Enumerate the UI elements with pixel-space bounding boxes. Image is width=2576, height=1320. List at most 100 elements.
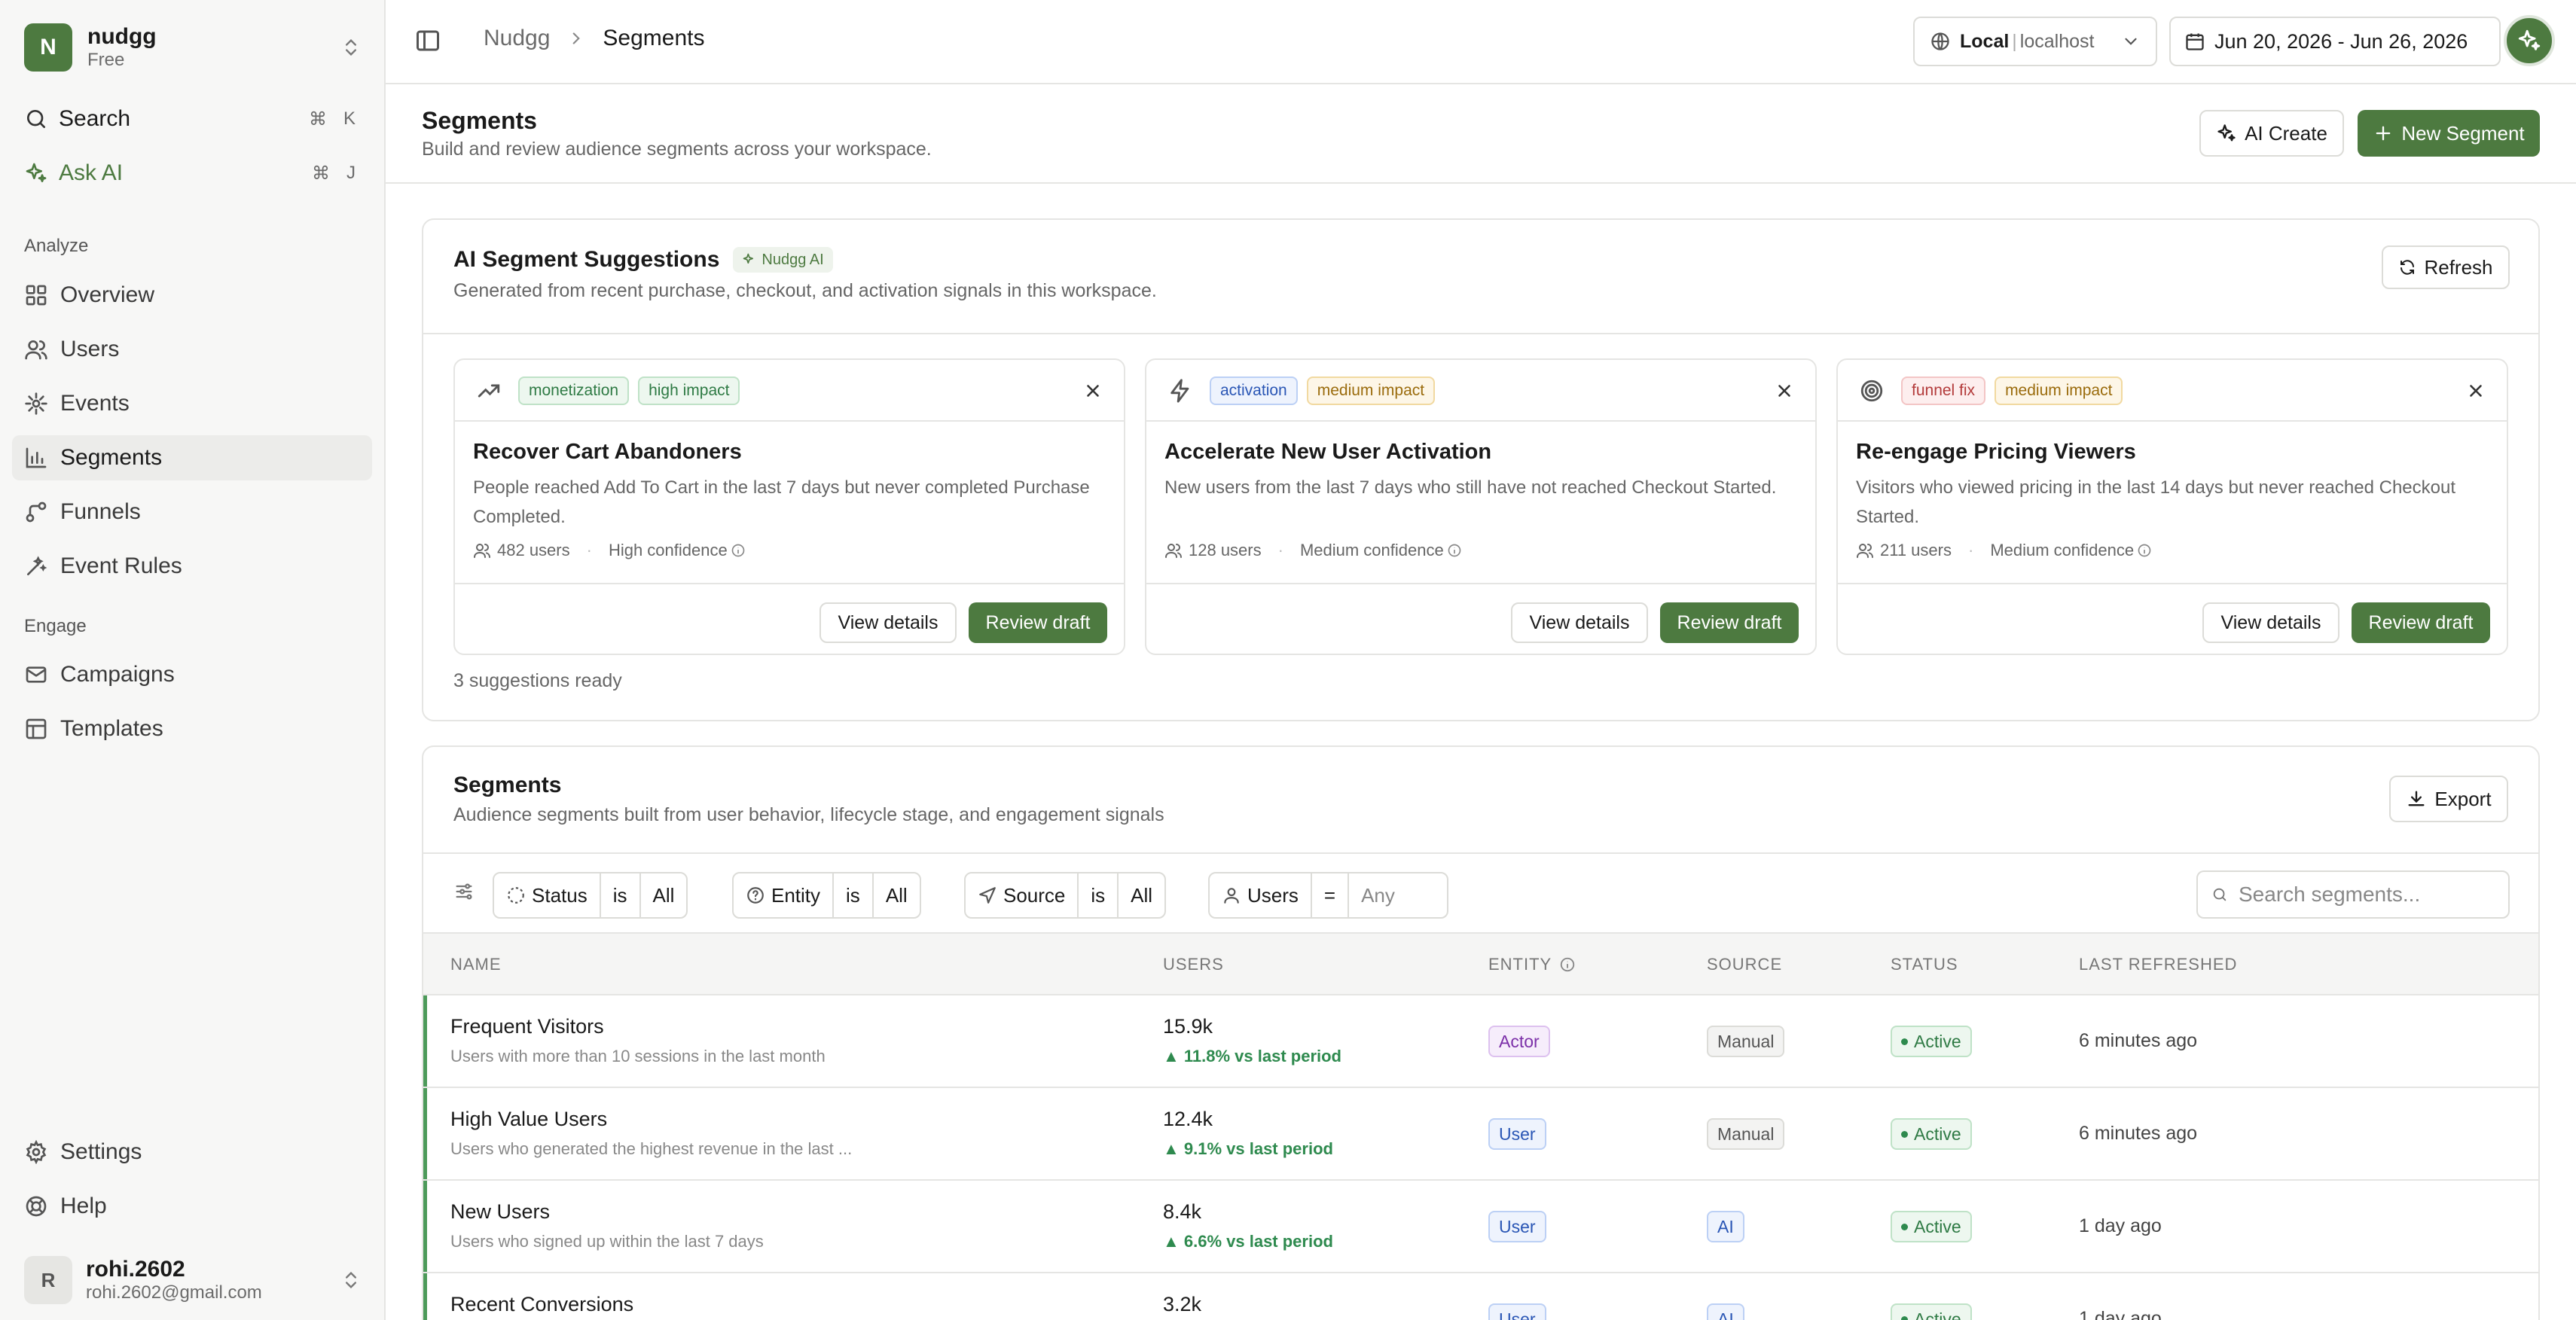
column-name[interactable]: NAME bbox=[450, 955, 502, 974]
date-range-picker[interactable]: Jun 20, 2026 - Jun 26, 2026 bbox=[2169, 17, 2501, 66]
info-icon[interactable] bbox=[1447, 543, 1462, 558]
table-row[interactable]: Frequent Visitors Users with more than 1… bbox=[423, 995, 2538, 1088]
ai-assistant-button[interactable] bbox=[2504, 15, 2555, 66]
filter-operator[interactable]: is bbox=[834, 873, 874, 917]
account-name: rohi.2602 bbox=[86, 1257, 185, 1282]
column-status[interactable]: STATUS bbox=[1891, 955, 1958, 974]
sidebar-item-event-rules[interactable]: Event Rules bbox=[12, 544, 372, 589]
sidebar-item-funnels[interactable]: Funnels bbox=[12, 489, 372, 535]
nudgg-ai-tag: Nudgg AI bbox=[733, 247, 833, 273]
segment-name[interactable]: Frequent Visitors bbox=[450, 1015, 604, 1038]
sidebar-toggle-icon[interactable] bbox=[414, 27, 441, 54]
filter-field: Status bbox=[532, 883, 588, 907]
search-shortcut[interactable]: Search ⌘ K bbox=[24, 98, 362, 140]
environment-select[interactable]: Local | localhost bbox=[1913, 17, 2157, 66]
table-row[interactable]: Recent Conversions 3.2k User AI Active 1… bbox=[423, 1273, 2538, 1320]
segment-name[interactable]: New Users bbox=[450, 1200, 550, 1224]
zap-icon bbox=[1170, 379, 1189, 403]
sidebar-item-label: Settings bbox=[60, 1139, 142, 1164]
sparkles-icon bbox=[743, 253, 754, 264]
info-icon[interactable] bbox=[2137, 543, 2152, 558]
segment-name[interactable]: High Value Users bbox=[450, 1108, 607, 1131]
filter-status[interactable]: Status is All bbox=[493, 872, 688, 919]
users-icon bbox=[1857, 544, 1873, 558]
trending-up-icon bbox=[478, 384, 500, 398]
sidebar-item-overview[interactable]: Overview bbox=[12, 273, 372, 318]
filter-source[interactable]: Source is All bbox=[964, 872, 1167, 919]
suggestion-title: Recover Cart Abandoners bbox=[473, 440, 742, 464]
filter-operator[interactable]: is bbox=[601, 873, 641, 917]
filter-users[interactable]: Users = Any bbox=[1208, 872, 1449, 919]
source-badge: AI bbox=[1707, 1303, 1744, 1320]
account-email: rohi.2602@gmail.com bbox=[86, 1282, 262, 1303]
column-last-refreshed[interactable]: LAST REFRESHED bbox=[2079, 955, 2237, 974]
review-draft-button[interactable]: Review draft bbox=[2352, 602, 2490, 643]
sidebar-item-events[interactable]: Events bbox=[12, 381, 372, 426]
sidebar-item-label: Segments bbox=[60, 445, 163, 470]
suggestions-count: 3 suggestions ready bbox=[453, 670, 622, 691]
view-details-button[interactable]: View details bbox=[2202, 602, 2339, 643]
filter-operator[interactable]: = bbox=[1312, 873, 1350, 917]
sliders-icon[interactable] bbox=[453, 881, 475, 902]
layout-icon bbox=[26, 718, 47, 739]
filter-value[interactable]: All bbox=[874, 873, 920, 917]
refresh-button[interactable]: Refresh bbox=[2382, 245, 2510, 289]
sidebar-item-templates[interactable]: Templates bbox=[12, 706, 372, 751]
avatar: R bbox=[24, 1256, 72, 1304]
ask-ai-shortcut[interactable]: Ask AI ⌘ J bbox=[24, 152, 362, 194]
table-row[interactable]: New Users Users who signed up within the… bbox=[423, 1181, 2538, 1273]
last-refreshed: 1 day ago bbox=[2079, 1215, 2162, 1236]
segment-search[interactable] bbox=[2196, 870, 2510, 919]
account-menu[interactable]: R rohi.2602 rohi.2602@gmail.com bbox=[24, 1253, 362, 1307]
view-details-button[interactable]: View details bbox=[819, 602, 957, 643]
table-row[interactable]: High Value Users Users who generated the… bbox=[423, 1088, 2538, 1181]
info-icon[interactable] bbox=[731, 543, 746, 558]
segment-description: Users who generated the highest revenue … bbox=[450, 1139, 853, 1158]
last-refreshed: 6 minutes ago bbox=[2079, 1123, 2198, 1144]
sidebar-item-users[interactable]: Users bbox=[12, 327, 372, 372]
review-draft-button[interactable]: Review draft bbox=[969, 602, 1107, 643]
suggestion-users: 482 users bbox=[497, 541, 570, 559]
sidebar-item-label: Overview bbox=[60, 282, 155, 307]
users-icon bbox=[474, 544, 490, 558]
view-details-button[interactable]: View details bbox=[1511, 602, 1648, 643]
new-segment-button[interactable]: New Segment bbox=[2358, 110, 2540, 157]
search-label: Search bbox=[59, 106, 131, 131]
filter-value[interactable]: Any bbox=[1349, 873, 1447, 917]
suggestion-description: New users from the last 7 days who still… bbox=[1164, 477, 1777, 498]
close-icon[interactable] bbox=[1775, 381, 1794, 401]
suggestion-title: Accelerate New User Activation bbox=[1164, 440, 1492, 464]
entity-badge: User bbox=[1488, 1211, 1546, 1242]
close-icon[interactable] bbox=[1083, 381, 1103, 401]
help-circle-icon bbox=[747, 887, 764, 904]
sidebar-item-campaigns[interactable]: Campaigns bbox=[12, 652, 372, 697]
sidebar-item-settings[interactable]: Settings bbox=[12, 1129, 372, 1175]
search-icon bbox=[2213, 888, 2227, 901]
filter-value[interactable]: All bbox=[1119, 873, 1164, 917]
search-input[interactable] bbox=[2239, 883, 2495, 907]
export-button[interactable]: Export bbox=[2389, 776, 2508, 822]
gear-icon bbox=[26, 1140, 47, 1164]
sidebar-item-label: Campaigns bbox=[60, 662, 175, 687]
suggestion-description: People reached Add To Cart in the last 7… bbox=[473, 477, 1090, 527]
refresh-icon bbox=[2401, 260, 2415, 275]
info-icon[interactable] bbox=[1559, 956, 1576, 973]
filter-field: Source bbox=[1003, 883, 1066, 907]
column-source[interactable]: SOURCE bbox=[1707, 955, 1782, 974]
sidebar-item-help[interactable]: Help bbox=[12, 1184, 372, 1229]
filter-value[interactable]: All bbox=[641, 873, 687, 917]
workspace-switcher[interactable]: N nudgg Free bbox=[24, 23, 362, 72]
breadcrumb: Nudgg Segments bbox=[484, 26, 704, 51]
sidebar-item-segments[interactable]: Segments bbox=[12, 435, 372, 480]
breadcrumb-root[interactable]: Nudgg bbox=[484, 26, 550, 51]
filter-entity[interactable]: Entity is All bbox=[732, 872, 921, 919]
filter-operator[interactable]: is bbox=[1079, 873, 1119, 917]
ai-suggestions-panel: AI Segment Suggestions Nudgg AI Generate… bbox=[422, 218, 2540, 721]
close-icon[interactable] bbox=[2466, 381, 2486, 401]
suggestion-users: 211 users bbox=[1880, 541, 1952, 559]
ai-create-button[interactable]: AI Create bbox=[2199, 110, 2344, 157]
column-users[interactable]: USERS bbox=[1163, 955, 1224, 974]
column-entity[interactable]: ENTITY bbox=[1488, 955, 1576, 974]
segment-name[interactable]: Recent Conversions bbox=[450, 1293, 633, 1316]
review-draft-button[interactable]: Review draft bbox=[1660, 602, 1799, 643]
